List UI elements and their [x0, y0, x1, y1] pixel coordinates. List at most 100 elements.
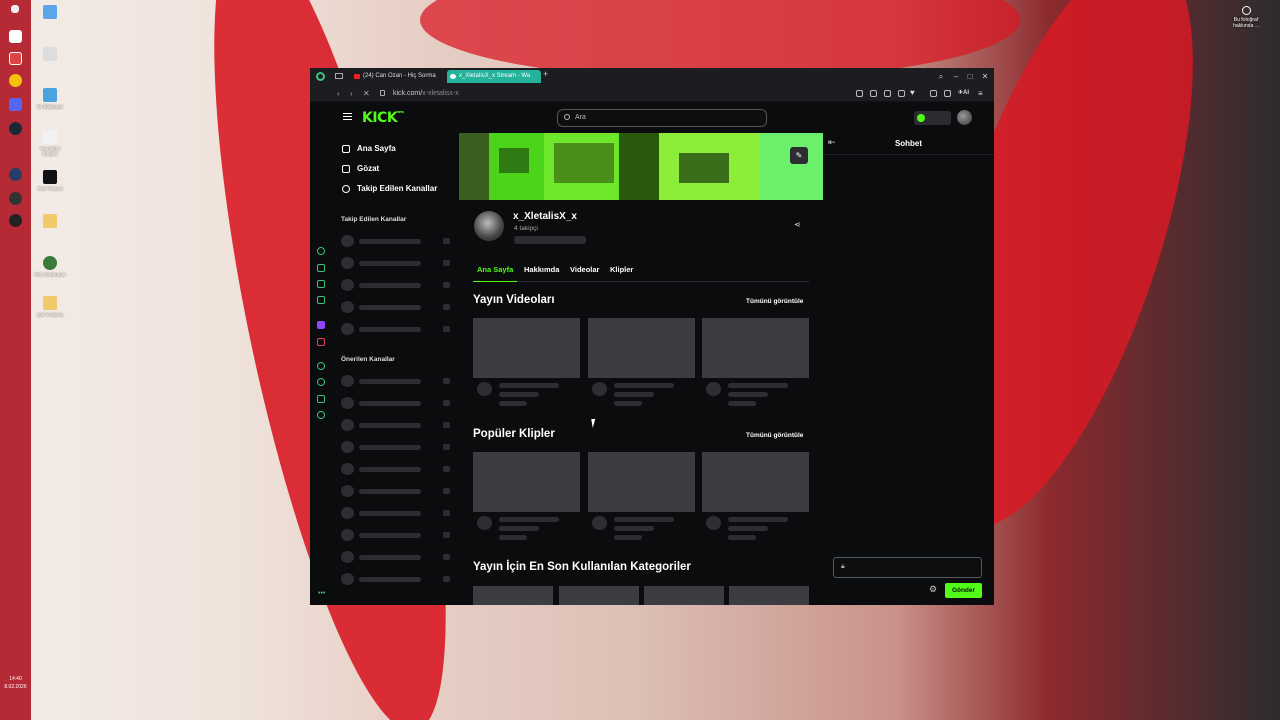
chat-settings-icon[interactable]: ⚙ [929, 584, 937, 595]
minimize-button[interactable]: – [949, 68, 963, 85]
extensions-icon[interactable] [930, 90, 937, 97]
taskbar-clock-date[interactable]: 8.02.2026 [0, 684, 31, 691]
snapshot-icon[interactable] [870, 90, 877, 97]
lock-icon: 🔒︎ [841, 563, 845, 570]
desktop-icon-folder[interactable] [33, 214, 67, 230]
nav-browse[interactable]: Gözat [341, 162, 379, 176]
categories-section-title: Yayın İçin En Son Kullanılan Kategoriler [473, 561, 691, 573]
tab-youtube[interactable]: (24) Can Ozan - Hiç Sorma [351, 70, 441, 83]
lock-icon[interactable] [380, 90, 385, 96]
chat-message-input[interactable]: 🔒︎ [833, 557, 982, 578]
tab-about[interactable]: Hakkımda [520, 264, 563, 282]
taskbar-steam-icon[interactable] [9, 122, 22, 135]
rail-app-icon[interactable] [317, 264, 325, 272]
share-icon[interactable]: ⋖ [794, 220, 801, 229]
clips-view-all-link[interactable]: Tümünü görüntüle [746, 432, 803, 439]
desktop-icon-file1[interactable] [33, 47, 67, 63]
taskbar-obs-icon[interactable] [9, 214, 22, 227]
rail-whatsapp-icon[interactable] [317, 296, 325, 304]
camera-icon [1241, 6, 1251, 15]
photo-info-button[interactable]: Bu fotoğraf hakkında ... [1226, 6, 1266, 29]
tab-clips[interactable]: Klipler [606, 264, 637, 282]
channel-skeleton-row [341, 279, 451, 291]
taskbar-app-icon[interactable] [9, 168, 22, 181]
taskbar-clock-time[interactable]: 14:40 [0, 676, 31, 683]
back-button[interactable]: ‹ [337, 85, 340, 102]
desktop-icon-computer[interactable] [33, 5, 67, 21]
nav-home[interactable]: Ana Sayfa [341, 142, 396, 156]
rail-instagram-icon[interactable] [317, 338, 325, 346]
forward-button[interactable]: › [350, 85, 353, 102]
maximize-button[interactable]: □ [963, 68, 977, 85]
taskbar-steam2-icon[interactable] [9, 192, 22, 205]
stop-reload-button[interactable]: ✕ [363, 85, 370, 102]
home-icon [342, 145, 350, 153]
channel-skeleton-row [341, 419, 451, 431]
channel-skeleton-row [341, 529, 451, 541]
channel-skeleton-row [341, 375, 451, 387]
channel-skeleton-row [341, 257, 451, 269]
rail-history-icon[interactable] [317, 378, 325, 386]
play-icon[interactable] [898, 90, 905, 97]
shield-icon[interactable] [884, 90, 891, 97]
rail-chat-icon[interactable] [317, 395, 325, 403]
video-card[interactable] [473, 318, 580, 378]
rail-twitch-icon[interactable] [317, 321, 325, 329]
category-card[interactable] [473, 586, 553, 605]
clips-section-title: Popüler Klipler [473, 428, 555, 440]
windows-start-icon[interactable] [11, 5, 19, 13]
kick-toggle-button[interactable] [914, 111, 951, 125]
channel-skeleton-row [341, 441, 451, 453]
download-icon[interactable] [944, 90, 951, 97]
taskbar-store-icon[interactable] [9, 52, 22, 65]
channel-avatar[interactable] [474, 211, 504, 241]
mail-icon[interactable] [335, 73, 343, 79]
tab-videos[interactable]: Videolar [566, 264, 603, 282]
channel-skeleton-row [341, 573, 451, 585]
video-card[interactable] [588, 452, 695, 512]
nav-following[interactable]: Takip Edilen Kanallar [341, 182, 437, 196]
url-input[interactable]: kick.com/x-xletalisx-x [393, 85, 459, 102]
search-tabs-icon[interactable]: ⌕ [934, 68, 948, 85]
opera-logo-icon[interactable] [316, 72, 325, 81]
rail-wallet-icon[interactable] [317, 280, 325, 288]
video-card[interactable] [588, 318, 695, 378]
category-card[interactable] [729, 586, 809, 605]
user-avatar[interactable] [957, 110, 972, 125]
tab-kick-stream[interactable]: x_XletalisX_x Stream - Wa [447, 70, 541, 83]
desktop-icon-god-of-sparta[interactable]: god of sparta [33, 296, 67, 317]
channel-banner [459, 133, 823, 200]
taskbar-chrome-icon[interactable] [9, 74, 22, 87]
tab-home[interactable]: Ana Sayfa [473, 264, 518, 282]
rail-more-icon[interactable]: ••• [318, 590, 325, 597]
close-button[interactable]: ✕ [978, 68, 992, 85]
pin-icon[interactable] [856, 90, 863, 97]
ai-button[interactable]: ✈AI [958, 85, 969, 102]
edit-banner-button[interactable]: ✎ [790, 147, 808, 164]
new-tab-button[interactable]: + [543, 69, 548, 79]
category-card[interactable] [644, 586, 724, 605]
kick-logo[interactable]: KICKBETA [362, 110, 404, 126]
video-card[interactable] [702, 452, 809, 512]
rail-settings-icon[interactable] [317, 411, 325, 419]
channel-skeleton-row [341, 463, 451, 475]
taskbar-discord-icon[interactable] [9, 98, 22, 111]
desktop-icon-fast-reduce[interactable]: Fast Reduce [33, 170, 67, 191]
desktop-icon-msi-afterburner[interactable]: MSI Afterburner [33, 256, 67, 277]
desktop-icon-text-doc[interactable]: Yeni Metin Belgesi [33, 130, 67, 156]
channel-skeleton-row [341, 485, 451, 497]
heart-icon[interactable]: ♥ [910, 88, 915, 97]
browse-icon [342, 165, 350, 173]
taskbar-files-icon[interactable] [9, 30, 22, 43]
video-card[interactable] [473, 452, 580, 512]
browser-menu-icon[interactable]: ≡ [978, 85, 983, 102]
category-card[interactable] [559, 586, 639, 605]
chat-send-button[interactable]: Gönder [945, 583, 982, 598]
desktop-icon-this-pc[interactable]: Bu Bilgisayar [33, 88, 67, 109]
menu-icon[interactable] [343, 113, 352, 120]
video-card[interactable] [702, 318, 809, 378]
videos-view-all-link[interactable]: Tümünü görüntüle [746, 298, 803, 305]
rail-play-icon[interactable] [317, 362, 325, 370]
rail-messenger-icon[interactable] [317, 247, 325, 255]
search-input[interactable]: Ara [557, 109, 767, 127]
